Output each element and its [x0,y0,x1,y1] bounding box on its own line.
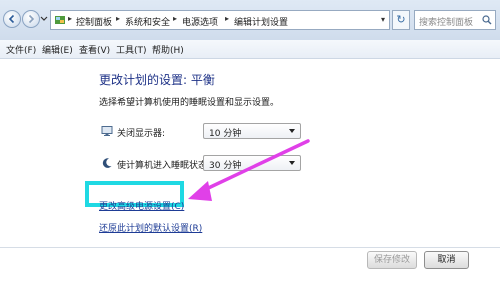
refresh-button[interactable]: ↻ [392,10,410,30]
crumb-separator: ▸ [225,14,230,23]
back-button[interactable] [3,10,21,28]
menu-help[interactable]: 帮助(H) [152,43,184,56]
crumb-power-options[interactable]: 电源选项 [182,15,218,28]
monitor-icon [101,126,113,136]
address-bar-area: ▸ 控制面板 ▸ 系统和安全 ▸ 电源选项 ▸ 编辑计划设置 ▾ ↻ 搜索控制面… [0,0,500,40]
advanced-power-settings-link[interactable]: 更改高级电源设置(C) [99,199,184,212]
restore-defaults-link[interactable]: 还原此计划的默认设置(R) [99,221,202,234]
menu-bar: 文件(F) 编辑(E) 查看(V) 工具(T) 帮助(H) [0,40,500,59]
crumb-system-security[interactable]: 系统和安全 [125,15,170,28]
crumb-edit-plan[interactable]: 编辑计划设置 [234,15,288,28]
address-box[interactable]: ▸ 控制面板 ▸ 系统和安全 ▸ 电源选项 ▸ 编辑计划设置 ▾ [50,10,390,30]
crumb-control-panel[interactable]: 控制面板 [76,15,112,28]
footer-divider [0,247,500,248]
search-icon [482,15,492,25]
page-title: 更改计划的设置: 平衡 [99,73,215,87]
recent-pages-dropdown[interactable] [40,13,48,23]
moon-icon [102,158,112,168]
crumb-separator: ▸ [116,14,121,23]
content-pane: 更改计划的设置: 平衡 选择希望计算机使用的睡眠设置和显示设置。 关闭显示器: … [0,59,500,304]
cancel-button[interactable]: 取消 [424,251,469,269]
address-dropdown-icon[interactable]: ▾ [381,15,385,24]
back-arrow-icon [8,14,15,24]
control-panel-icon [55,16,65,24]
search-input[interactable]: 搜索控制面板 [414,10,496,30]
display-off-select[interactable]: 10 分钟 [203,123,301,139]
page-subtitle: 选择希望计算机使用的睡眠设置和显示设置。 [99,98,280,108]
menu-file[interactable]: 文件(F) [6,43,36,56]
annotation-arrow [188,139,310,201]
display-off-value: 10 分钟 [209,129,242,139]
crumb-separator: ▸ [173,14,178,23]
save-changes-button[interactable]: 保存修改 [367,251,417,269]
display-off-label: 关闭显示器: [117,129,166,139]
forward-arrow-icon [28,14,35,24]
forward-button[interactable] [22,10,40,28]
crumb-separator: ▸ [68,14,73,23]
refresh-icon: ↻ [396,13,406,26]
menu-edit[interactable]: 编辑(E) [42,43,73,56]
search-placeholder: 搜索控制面板 [419,18,474,28]
menu-tools[interactable]: 工具(T) [116,43,147,56]
menu-view[interactable]: 查看(V) [79,43,110,56]
chevron-down-icon [289,129,295,133]
chevron-down-icon [40,16,48,21]
